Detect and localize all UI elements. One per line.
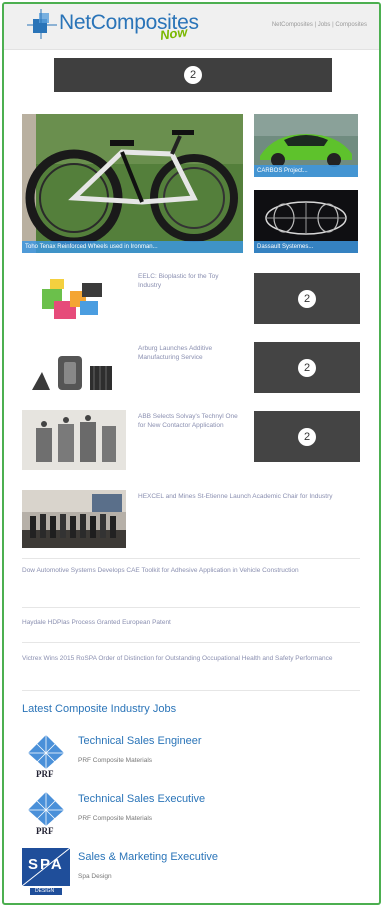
news-thumb-hexcel[interactable]	[22, 490, 126, 548]
job-title[interactable]: Sales & Marketing Executive	[78, 851, 218, 863]
divider	[22, 607, 360, 608]
news-image-group-photo	[22, 490, 126, 548]
company-logo-prf[interactable]: PRF	[22, 790, 70, 838]
page-frame: NetComposites Now NetComposites | Jobs |…	[2, 2, 381, 905]
prf-logo-text: PRF	[36, 826, 54, 836]
spa-logo-text: SPA	[28, 856, 64, 873]
news-thumb-toy[interactable]	[22, 271, 126, 333]
site-header: NetComposites Now NetComposites | Jobs |…	[4, 4, 379, 50]
side-ad-3[interactable]: 2	[254, 411, 360, 462]
netcomposites-logo-icon[interactable]	[27, 9, 57, 39]
job-company: PRF Composite Materials	[78, 757, 153, 764]
side-ad-2[interactable]: 2	[254, 342, 360, 393]
prf-logo-text: PRF	[36, 769, 54, 779]
divider	[22, 642, 360, 643]
company-logo-prf[interactable]: PRF	[22, 733, 70, 781]
news-title[interactable]: ABB Selects Solvay's Technyl One for New…	[138, 412, 243, 430]
job-title[interactable]: Technical Sales Executive	[78, 793, 205, 805]
ad-placeholder-badge: 2	[298, 358, 316, 377]
feature-story-engine[interactable]: Dassault Systemes...	[254, 190, 358, 253]
feature-caption[interactable]: CARBOS Project...	[254, 165, 358, 177]
side-ad-1[interactable]: 2	[254, 273, 360, 324]
news-title[interactable]: EELC: Bioplastic for the Toy Industry	[138, 272, 243, 290]
spa-logo-subtext: DESIGN	[35, 888, 55, 894]
news-thumb-abb[interactable]	[22, 410, 126, 470]
news-link[interactable]: Victrex Wins 2015 RoSPA Order of Distinc…	[22, 654, 360, 663]
job-company: Spa Design	[78, 873, 112, 880]
divider	[22, 690, 360, 691]
job-company: PRF Composite Materials	[78, 815, 153, 822]
feature-story-car[interactable]: CARBOS Project...	[254, 114, 358, 177]
news-image-contactor	[22, 410, 126, 470]
feature-caption[interactable]: Toho Tenax Reinforced Wheels used in Iro…	[22, 241, 243, 253]
feature-story-main[interactable]: Toho Tenax Reinforced Wheels used in Iro…	[22, 114, 243, 253]
jobs-heading: Latest Composite Industry Jobs	[22, 703, 177, 715]
ad-placeholder-badge: 2	[298, 427, 316, 446]
feature-caption[interactable]: Dassault Systemes...	[254, 241, 358, 253]
news-image-printed-parts	[32, 356, 112, 390]
ad-placeholder-badge: 2	[184, 66, 202, 84]
ad-placeholder-badge: 2	[298, 289, 316, 308]
news-thumb-arburg[interactable]	[22, 342, 126, 398]
news-link[interactable]: Haydale HDPlas Process Granted European …	[22, 618, 360, 627]
header-links[interactable]: NetComposites | Jobs | Composites	[272, 22, 367, 28]
logo-now-text: Now	[159, 24, 189, 43]
news-image-toy-blocks	[42, 279, 102, 319]
feature-image-bike	[22, 114, 243, 253]
news-title[interactable]: HEXCEL and Mines St-Etienne Launch Acade…	[138, 492, 358, 501]
company-logo-spa[interactable]: SPA DESIGN	[21, 847, 71, 896]
news-link[interactable]: Dow Automotive Systems Develops CAE Tool…	[22, 566, 360, 575]
divider	[22, 558, 360, 559]
news-title[interactable]: Arburg Launches Additive Manufacturing S…	[138, 344, 243, 362]
top-ad-banner[interactable]: 2	[54, 58, 332, 92]
job-title[interactable]: Technical Sales Engineer	[78, 735, 202, 747]
